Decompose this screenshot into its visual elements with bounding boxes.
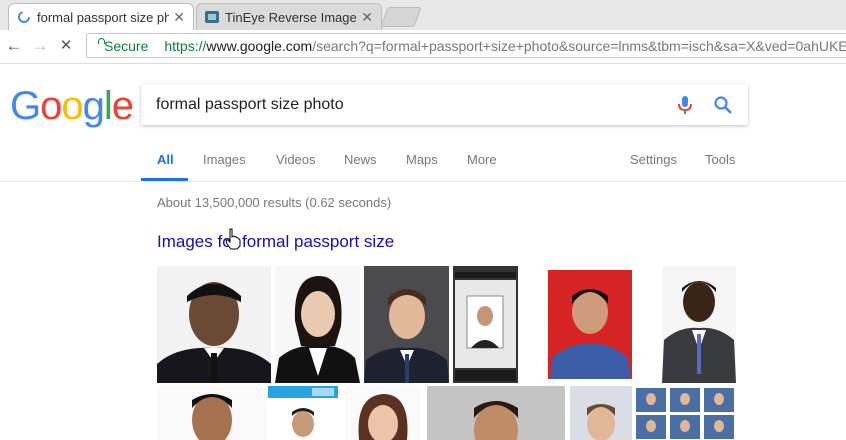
image-result-thumbnail[interactable] bbox=[345, 386, 420, 440]
forward-button[interactable]: → bbox=[30, 36, 50, 56]
tab-close-icon[interactable]: ✕ bbox=[173, 9, 185, 26]
image-result-thumbnail[interactable] bbox=[364, 266, 449, 383]
tab-title: formal passport size photo bbox=[37, 9, 170, 25]
tab-all[interactable]: All bbox=[157, 152, 174, 167]
tab-title: TinEye Reverse Image Se bbox=[225, 9, 357, 25]
image-result-thumbnail[interactable] bbox=[157, 266, 271, 383]
logo-letter: o bbox=[40, 84, 62, 128]
image-result-thumbnail[interactable] bbox=[157, 386, 267, 440]
new-tab-button[interactable] bbox=[380, 7, 422, 27]
image-result-thumbnail[interactable] bbox=[636, 386, 736, 440]
tab-more[interactable]: More bbox=[467, 152, 497, 167]
tab-maps[interactable]: Maps bbox=[406, 152, 438, 167]
image-result-thumbnail[interactable] bbox=[570, 386, 632, 440]
tab-close-icon[interactable]: ✕ bbox=[361, 9, 373, 26]
back-button[interactable]: ← bbox=[4, 36, 24, 56]
search-input[interactable]: formal passport size photo bbox=[156, 96, 344, 114]
tab-google-search[interactable]: formal passport size photo ✕ bbox=[8, 3, 194, 30]
search-icon[interactable] bbox=[713, 95, 733, 115]
logo-letter: l bbox=[103, 84, 113, 128]
stop-button[interactable]: ✕ bbox=[56, 36, 76, 56]
image-result-thumbnail[interactable] bbox=[427, 386, 565, 440]
tab-news[interactable]: News bbox=[344, 152, 377, 167]
logo-letter: o bbox=[61, 84, 83, 128]
secure-label: Secure bbox=[104, 37, 149, 54]
images-heading-link[interactable]: Images for formal passport size bbox=[157, 232, 394, 252]
address-bar[interactable]: Secure https:// www.google.com /search?q… bbox=[86, 33, 846, 58]
url-host: www.google.com bbox=[206, 37, 313, 54]
image-result-thumbnail[interactable] bbox=[662, 266, 736, 383]
logo-letter: e bbox=[111, 84, 134, 128]
url-path: /search?q=formal+passport+size+photo&sou… bbox=[312, 37, 846, 54]
tab-settings[interactable]: Settings bbox=[630, 152, 677, 167]
tab-images[interactable]: Images bbox=[203, 152, 246, 167]
image-result-thumbnail[interactable] bbox=[544, 266, 636, 383]
logo-letter: g bbox=[82, 84, 105, 128]
tab-videos[interactable]: Videos bbox=[276, 152, 316, 167]
tineye-favicon-icon bbox=[205, 11, 219, 23]
browser-tab-strip: formal passport size photo ✕ TinEye Reve… bbox=[0, 0, 846, 31]
search-box[interactable]: formal passport size photo bbox=[141, 84, 748, 125]
image-result-thumbnail[interactable] bbox=[268, 386, 338, 440]
loading-spinner-icon bbox=[18, 11, 30, 23]
active-tab-indicator bbox=[141, 178, 188, 181]
result-stats: About 13,500,000 results (0.62 seconds) bbox=[157, 195, 392, 210]
image-result-thumbnail[interactable] bbox=[275, 266, 360, 383]
tab-tineye[interactable]: TinEye Reverse Image Se ✕ bbox=[196, 3, 382, 30]
google-logo[interactable]: Google bbox=[10, 84, 134, 129]
url-scheme: https:// bbox=[164, 37, 207, 54]
search-tabs-bar: All Images Videos News Maps More Setting… bbox=[0, 139, 846, 182]
google-results-page: Google formal passport size photo All Im… bbox=[0, 64, 846, 440]
image-result-thumbnail[interactable] bbox=[453, 266, 518, 383]
browser-toolbar: ← → ✕ Secure https:// www.google.com /se… bbox=[0, 30, 846, 64]
logo-letter: G bbox=[10, 84, 41, 128]
microphone-icon[interactable] bbox=[676, 95, 694, 115]
tab-tools[interactable]: Tools bbox=[705, 152, 735, 167]
hand-cursor-icon bbox=[225, 228, 241, 250]
